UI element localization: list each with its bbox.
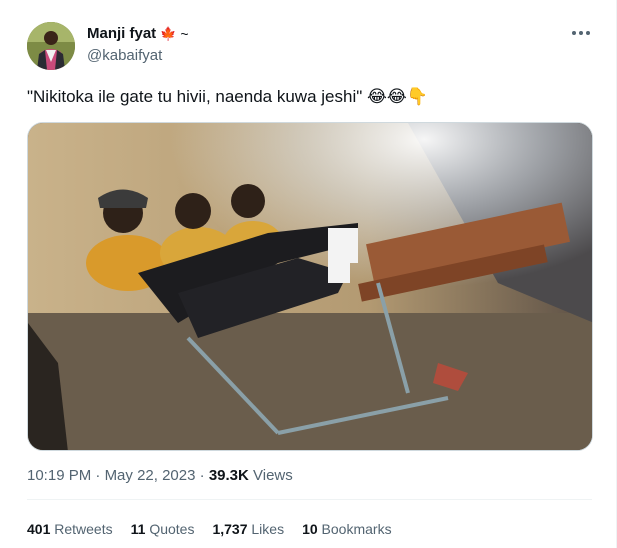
more-dot: [579, 31, 583, 35]
more-options-button[interactable]: [570, 22, 592, 44]
tweet-photo[interactable]: [27, 122, 593, 451]
maple-leaf-icon: 🍁: [160, 25, 177, 41]
bookmarks-stat[interactable]: 10 Bookmarks: [302, 521, 392, 537]
quotes-count: 11: [130, 521, 146, 537]
more-horizontal-icon: [572, 31, 576, 35]
views-count: 39.3K: [208, 467, 249, 484]
tweet-card: Manji fyat 🍁 ~ @kabaifyat "Nikitoka ile …: [0, 0, 617, 548]
avatar-image: [27, 22, 75, 70]
tweet-date[interactable]: May 22, 2023: [105, 467, 196, 484]
divider: [27, 499, 592, 500]
bookmarks-count: 10: [302, 521, 318, 537]
avatar[interactable]: [27, 22, 75, 70]
likes-count: 1,737: [212, 521, 248, 537]
user-handle[interactable]: @kabaifyat: [87, 47, 162, 64]
retweets-count: 401: [27, 521, 51, 537]
more-dot: [586, 31, 590, 35]
views-label: Views: [253, 467, 293, 484]
quotes-stat[interactable]: 11 Quotes: [131, 521, 195, 537]
tweet-time[interactable]: 10:19 PM: [27, 467, 91, 484]
display-name[interactable]: Manji fyat: [87, 25, 156, 42]
meta-separator: ·: [199, 467, 209, 484]
tweet-meta: 10:19 PM · May 22, 2023 · 39.3K Views: [27, 467, 293, 484]
bookmarks-label: Bookmarks: [321, 521, 392, 537]
meta-separator: ·: [95, 467, 105, 484]
name-suffix: ~: [180, 25, 189, 42]
engagement-stats: 401 Retweets 11 Quotes 1,737 Likes 10 Bo…: [27, 521, 392, 537]
retweets-label: Retweets: [54, 521, 113, 537]
photo-image: [28, 123, 592, 450]
tweet-text: "Nikitoka ile gate tu hivii, naenda kuwa…: [27, 87, 428, 106]
likes-label: Likes: [251, 521, 285, 537]
retweets-stat[interactable]: 401 Retweets: [27, 521, 113, 537]
likes-stat[interactable]: 1,737 Likes: [212, 521, 284, 537]
name-row: Manji fyat 🍁 ~: [87, 25, 189, 42]
quotes-label: Quotes: [149, 521, 195, 537]
